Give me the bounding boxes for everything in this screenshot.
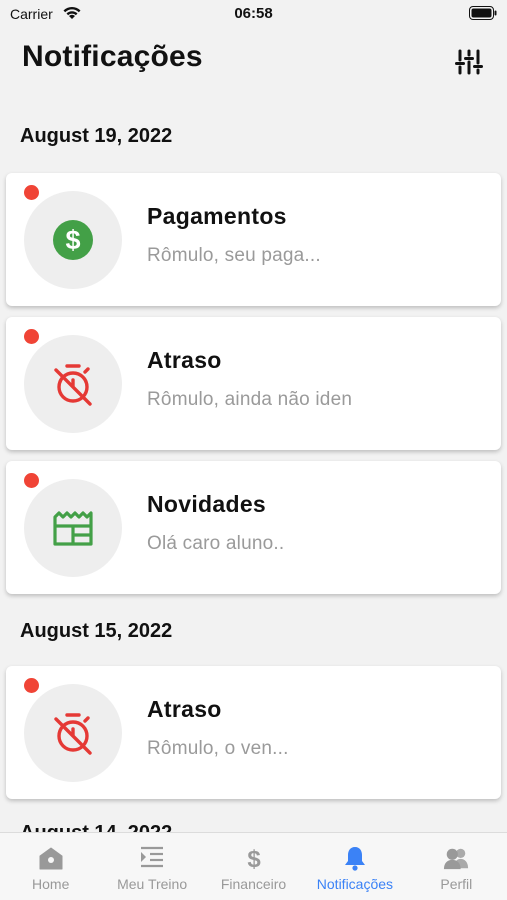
- notification-card-novidades[interactable]: Novidades Olá caro aluno..: [6, 461, 501, 594]
- filter-button[interactable]: [453, 46, 485, 78]
- tab-financeiro[interactable]: $ Financeiro: [203, 833, 304, 900]
- tab-home[interactable]: Home: [0, 833, 101, 900]
- dollar-circle-icon: $: [53, 220, 93, 260]
- status-bar: Carrier 06:58: [0, 0, 507, 30]
- notification-preview: Rômulo, seu paga...: [147, 245, 321, 266]
- unread-dot: [24, 678, 39, 693]
- notification-preview: Olá caro aluno..: [147, 533, 285, 554]
- notification-preview: Rômulo, o ven...: [147, 738, 289, 759]
- icon-circle: [24, 335, 122, 433]
- tab-bar: Home Meu Treino $ Financeiro Notificaçõe…: [0, 832, 507, 900]
- timer-off-icon: [54, 713, 92, 755]
- unread-dot: [24, 185, 39, 200]
- tab-notificacoes[interactable]: Notificações: [304, 833, 405, 900]
- notification-preview: Rômulo, ainda não iden: [147, 389, 353, 410]
- tab-label: Home: [32, 876, 70, 892]
- date-header: August 19, 2022: [20, 125, 173, 147]
- tab-label: Financeiro: [220, 876, 287, 892]
- date-header: August 15, 2022: [20, 620, 173, 642]
- timer-off-icon: [54, 364, 92, 406]
- notification-title: Novidades: [147, 491, 267, 517]
- notification-title: Atraso: [147, 347, 222, 373]
- status-time: 06:58: [234, 5, 273, 22]
- page-title: Notificações: [22, 40, 203, 73]
- bell-icon: [342, 845, 368, 871]
- home-icon: [38, 845, 64, 871]
- icon-circle: [24, 684, 122, 782]
- notification-title: Atraso: [147, 696, 222, 722]
- tab-label: Notificações: [316, 876, 394, 892]
- svg-text:$: $: [65, 225, 80, 255]
- notification-card-atraso[interactable]: Atraso Rômulo, o ven...: [6, 666, 501, 799]
- notification-title: Pagamentos: [147, 203, 287, 229]
- people-icon: [443, 845, 469, 871]
- sliders-icon: [455, 49, 483, 75]
- notification-card-pagamentos[interactable]: $ Pagamentos Rômulo, seu paga...: [6, 173, 501, 306]
- icon-circle: [24, 479, 122, 577]
- tab-meu-treino[interactable]: Meu Treino: [101, 833, 202, 900]
- svg-text:$: $: [247, 846, 261, 871]
- notification-card-atraso[interactable]: Atraso Rômulo, ainda não iden: [6, 317, 501, 450]
- unread-dot: [24, 473, 39, 488]
- unread-dot: [24, 329, 39, 344]
- workout-list-icon: [139, 845, 165, 871]
- tab-label: Meu Treino: [117, 876, 188, 892]
- icon-circle: $: [24, 191, 122, 289]
- tab-label: Perfil: [440, 876, 473, 892]
- dollar-icon: $: [241, 845, 267, 871]
- battery-icon: [469, 6, 497, 20]
- newspaper-icon: [53, 511, 93, 546]
- tab-perfil[interactable]: Perfil: [406, 833, 507, 900]
